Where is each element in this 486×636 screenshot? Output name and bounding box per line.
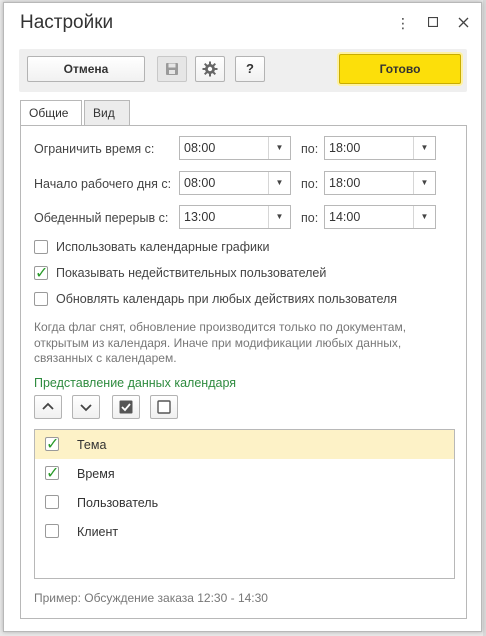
close-glyph (458, 17, 468, 28)
more-menu-icon[interactable]: ⋮ (393, 12, 413, 34)
chevron-down-icon (80, 404, 92, 412)
dropdown-arrow-icon[interactable]: ▼ (413, 206, 435, 228)
list-item[interactable]: ✓ Время (35, 459, 454, 488)
settings-button[interactable] (195, 56, 225, 82)
example-text: Пример: Обсуждение заказа 12:30 - 14:30 (34, 591, 268, 605)
lunch-to-field[interactable]: 14:00 ▼ (324, 205, 436, 229)
checkbox[interactable]: ✓ (34, 265, 49, 282)
restrict-time-label: Ограничить время с: (34, 142, 155, 156)
empty-box-icon (157, 400, 171, 414)
settings-dialog: Настройки ⋮ Отмена ? Готово Общие Вид Ог… (3, 2, 482, 632)
close-icon[interactable] (453, 12, 473, 34)
checkbox[interactable]: ✓ (45, 465, 60, 482)
command-bar: Отмена ? Готово (19, 49, 467, 92)
dropdown-arrow-icon[interactable]: ▼ (268, 137, 290, 159)
dropdown-arrow-icon[interactable]: ▼ (268, 172, 290, 194)
done-button[interactable]: Готово (339, 54, 461, 84)
workday-to-field[interactable]: 18:00 ▼ (324, 171, 436, 195)
checked-box-icon (119, 400, 133, 414)
restrict-time-to-field[interactable]: 18:00 ▼ (324, 136, 436, 160)
checkmark-icon: ✓ (46, 436, 60, 453)
option-label: Показывать недействительных пользователе… (56, 266, 327, 280)
help-button[interactable]: ? (235, 56, 265, 82)
lunch-break-label: Обеденный перерыв с: (34, 211, 169, 225)
list-item[interactable]: Клиент (35, 517, 454, 546)
lunch-from-field[interactable]: 13:00 ▼ (179, 205, 291, 229)
checkbox[interactable] (45, 524, 59, 538)
general-tab-panel: Ограничить время с: 08:00 ▼ по: 18:00 ▼ … (20, 125, 467, 619)
checkbox[interactable] (34, 292, 48, 306)
list-item-label: Пользователь (77, 496, 159, 510)
list-item-label: Время (77, 467, 115, 481)
workday-to-label: по: (301, 177, 319, 191)
lunch-to-value: 14:00 (329, 210, 361, 224)
dropdown-arrow-icon[interactable]: ▼ (413, 172, 435, 194)
move-up-button[interactable] (34, 395, 62, 419)
cancel-button[interactable]: Отмена (27, 56, 145, 82)
dropdown-arrow-icon[interactable]: ▼ (413, 137, 435, 159)
checkmark-icon: ✓ (46, 465, 60, 482)
floppy-icon (166, 63, 178, 75)
maximize-icon[interactable] (423, 12, 443, 34)
option-label: Обновлять календарь при любых действиях … (56, 292, 398, 306)
save-button[interactable] (157, 56, 187, 82)
uncheck-all-button[interactable] (150, 395, 178, 419)
restrict-time-from-value: 08:00 (184, 141, 216, 155)
checkbox[interactable] (34, 240, 48, 254)
restrict-time-to-label: по: (301, 142, 319, 156)
dropdown-arrow-icon[interactable]: ▼ (268, 206, 290, 228)
lunch-from-value: 13:00 (184, 210, 216, 224)
lunch-to-label: по: (301, 211, 319, 225)
list-item[interactable]: Пользователь (35, 488, 454, 517)
maximize-glyph (427, 16, 439, 28)
list-item-label: Клиент (77, 525, 119, 539)
chevron-up-icon (42, 402, 54, 410)
checkbox[interactable] (45, 495, 59, 509)
checkbox[interactable]: ✓ (45, 436, 60, 453)
calendar-view-section-title: Представление данных календаря (34, 376, 237, 390)
dialog-title: Настройки (20, 12, 114, 33)
workday-from-field[interactable]: 08:00 ▼ (179, 171, 291, 195)
refresh-hint-text: Когда флаг снят, обновление производится… (34, 320, 407, 365)
restrict-time-from-field[interactable]: 08:00 ▼ (179, 136, 291, 160)
workday-start-label: Начало рабочего дня с: (34, 177, 172, 191)
option-label: Использовать календарные графики (56, 240, 270, 254)
workday-to-value: 18:00 (329, 176, 361, 190)
calendar-fields-list[interactable]: ✓ Тема ✓ Время Пользователь Клиент (34, 429, 455, 579)
workday-from-value: 08:00 (184, 176, 216, 190)
list-item[interactable]: ✓ Тема (35, 430, 454, 459)
restrict-time-to-value: 18:00 (329, 141, 361, 155)
checkmark-icon: ✓ (35, 265, 49, 282)
tab-view[interactable]: Вид (84, 100, 130, 126)
check-all-button[interactable] (112, 395, 140, 419)
tab-general[interactable]: Общие (20, 100, 82, 127)
move-down-button[interactable] (72, 395, 100, 419)
gear-icon (202, 61, 218, 77)
list-item-label: Тема (77, 438, 107, 452)
